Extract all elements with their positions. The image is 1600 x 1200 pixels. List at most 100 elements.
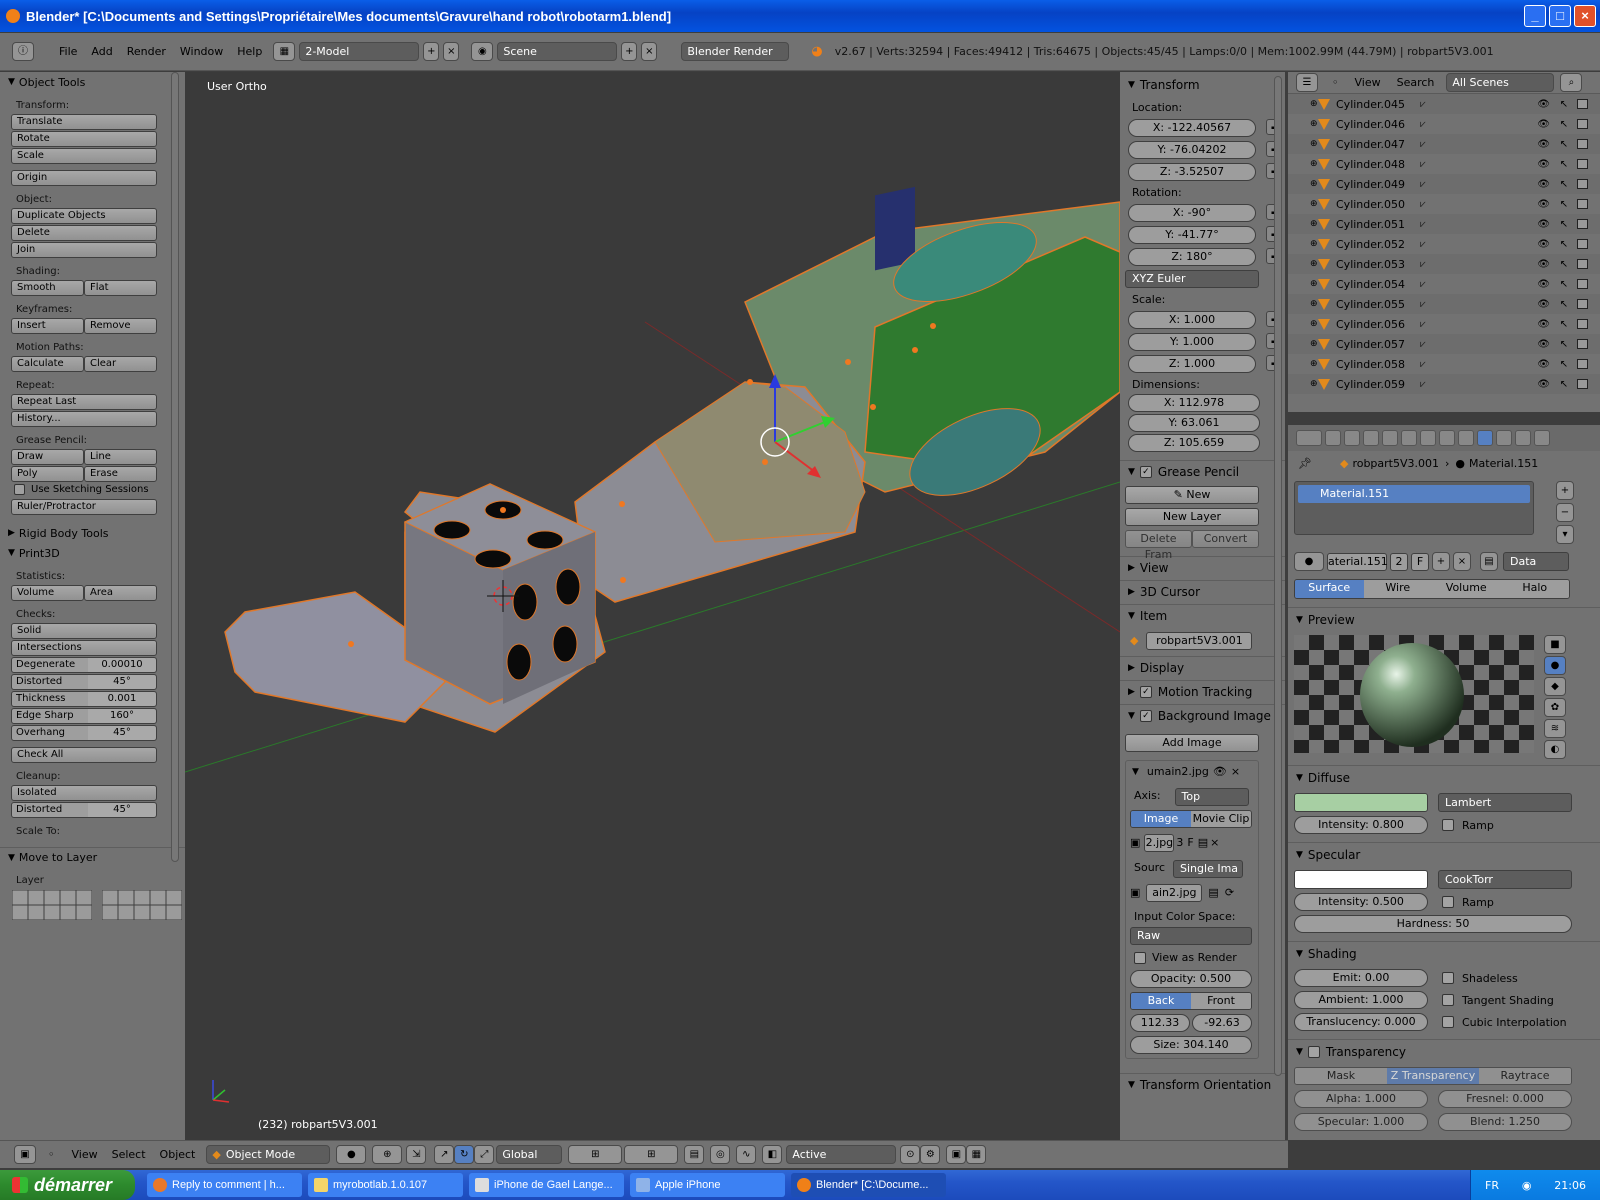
diffuse-panel-header[interactable]: ▼ Diffuse: [1288, 765, 1600, 789]
render-restrict-icon[interactable]: [1577, 199, 1588, 209]
preview-hair-icon[interactable]: ≋: [1544, 719, 1566, 738]
transparency-panel-header[interactable]: ▼ Transparency: [1288, 1039, 1600, 1063]
edge-sharp-field[interactable]: Edge Sharp 160°: [11, 708, 157, 724]
front-tab[interactable]: Front: [1191, 993, 1251, 1009]
render-restrict-icon[interactable]: [1577, 119, 1588, 129]
background-images-panel-header[interactable]: ▼ ✓ Background Image: [1120, 704, 1285, 726]
location-x-field[interactable]: X: -122.40567: [1128, 119, 1256, 137]
outliner-search-menu[interactable]: Search: [1397, 76, 1435, 89]
check-all-button[interactable]: Check All: [11, 747, 157, 763]
preview-sphere-icon[interactable]: ●: [1544, 656, 1566, 675]
raytrace-tab[interactable]: Raytrace: [1479, 1068, 1571, 1084]
depth-toggle[interactable]: Back Front: [1130, 992, 1252, 1010]
scene-field[interactable]: Scene: [497, 42, 618, 61]
language-indicator[interactable]: FR: [1485, 1179, 1499, 1192]
world-tab-icon[interactable]: [1382, 430, 1398, 446]
mesh-data-icon[interactable]: ⩗: [1420, 319, 1426, 330]
rotation-mode-dropdown[interactable]: XYZ Euler: [1125, 270, 1259, 288]
display-mode-dropdown[interactable]: All Scenes: [1446, 73, 1555, 92]
render-restrict-icon[interactable]: [1577, 139, 1588, 149]
specular-alpha-field[interactable]: Specular: 1.000: [1294, 1113, 1428, 1131]
alpha-field[interactable]: Alpha: 1.000: [1294, 1090, 1428, 1108]
particles-tab-icon[interactable]: [1515, 430, 1531, 446]
print3d-panel[interactable]: ▼ Print3D: [0, 543, 185, 563]
cursor-select-icon[interactable]: ↖: [1560, 199, 1568, 210]
outliner-view-menu[interactable]: View: [1355, 76, 1381, 89]
remove-icon[interactable]: ×: [1231, 765, 1240, 778]
constraints-tab-icon[interactable]: [1420, 430, 1436, 446]
expand-icon[interactable]: ⊕: [1310, 219, 1318, 229]
dimension-x-field[interactable]: X: 112.978: [1128, 394, 1260, 412]
new-material-icon[interactable]: +: [1432, 552, 1450, 571]
convert-button[interactable]: Convert: [1192, 530, 1259, 548]
insert-keyframe-button[interactable]: Insert: [11, 318, 84, 334]
transform-orientation-header[interactable]: ▼ Transform Orientation: [1120, 1073, 1285, 1095]
expand-icon[interactable]: ⊕: [1310, 159, 1318, 169]
dimension-z-field[interactable]: Z: 105.659: [1128, 434, 1260, 452]
viewport-editor-icon[interactable]: ▣: [14, 1145, 36, 1164]
menu-render[interactable]: Render: [120, 45, 173, 58]
manipulator-toggle-icon[interactable]: ⇲: [406, 1145, 427, 1164]
item-panel-header[interactable]: ▼ Item: [1120, 604, 1285, 626]
outliner-item-name[interactable]: Cylinder.053: [1336, 258, 1420, 271]
transparency-method-tabs[interactable]: Mask Z Transparency Raytrace: [1294, 1067, 1572, 1085]
preview-monkey-icon[interactable]: ✿: [1544, 698, 1566, 717]
expand-icon[interactable]: ⊕: [1310, 359, 1318, 369]
mesh-data-icon[interactable]: ⩗: [1420, 279, 1426, 290]
outliner-row[interactable]: ⊕ Cylinder.048 ⩗ 👁︎ ↖: [1288, 154, 1600, 174]
expand-icon[interactable]: ⊕: [1310, 139, 1318, 149]
cursor-select-icon[interactable]: ↖: [1560, 179, 1568, 190]
outliner-row[interactable]: ⊕ Cylinder.053 ⩗ 👁︎ ↖: [1288, 254, 1600, 274]
image-field[interactable]: 2.jpg: [1144, 834, 1175, 852]
expand-icon[interactable]: ⊕: [1310, 199, 1318, 209]
cursor-select-icon[interactable]: ↖: [1560, 319, 1568, 330]
specular-color-swatch[interactable]: [1294, 870, 1428, 889]
cursor-select-icon[interactable]: ↖: [1560, 259, 1568, 270]
scale-x-field[interactable]: X: 1.000: [1128, 311, 1256, 329]
eye-icon[interactable]: 👁︎: [1537, 359, 1550, 370]
eye-icon[interactable]: 👁︎: [1537, 279, 1550, 290]
render-anim-icon[interactable]: ▦: [966, 1145, 987, 1164]
view-as-render-checkbox[interactable]: [1134, 951, 1146, 964]
scene-icon[interactable]: ◉: [471, 42, 494, 61]
unlink-material-icon[interactable]: ×: [1453, 552, 1471, 571]
delete-frame-button[interactable]: Delete Fram: [1125, 530, 1192, 561]
size-field[interactable]: Size: 304.140: [1130, 1036, 1252, 1054]
image-browse-icon[interactable]: ▣: [1130, 836, 1140, 849]
translate-manipulator-icon[interactable]: ↗: [434, 1145, 455, 1164]
snap-toggle-icon[interactable]: ⊙: [900, 1145, 921, 1164]
screen-layout-icon[interactable]: ▦: [273, 42, 296, 61]
render-restrict-icon[interactable]: [1577, 179, 1588, 189]
diffuse-ramp-checkbox[interactable]: Ramp: [1442, 819, 1494, 832]
expand-icon[interactable]: ⊕: [1310, 299, 1318, 309]
scene-tab-icon[interactable]: [1363, 430, 1379, 446]
shading-panel-header[interactable]: ▼ Shading: [1288, 941, 1600, 965]
menu-object[interactable]: Object: [153, 1148, 203, 1161]
render-restrict-icon[interactable]: [1577, 219, 1588, 229]
blend-field[interactable]: Blend: 1.250: [1438, 1113, 1572, 1131]
image-source-toggle[interactable]: Image Movie Clip: [1130, 810, 1252, 828]
folder-icon[interactable]: ▤: [1208, 886, 1218, 899]
fresnel-field[interactable]: Fresnel: 0.000: [1438, 1090, 1572, 1108]
outliner-item-name[interactable]: Cylinder.055: [1336, 298, 1420, 311]
draw-button[interactable]: Draw: [11, 449, 84, 465]
outliner-row[interactable]: ⊕ Cylinder.055 ⩗ 👁︎ ↖: [1288, 294, 1600, 314]
outliner-item-name[interactable]: Cylinder.050: [1336, 198, 1420, 211]
outliner-row[interactable]: ⊕ Cylinder.051 ⩗ 👁︎ ↖: [1288, 214, 1600, 234]
layers-tab-icon[interactable]: [1344, 430, 1360, 446]
outliner-item-name[interactable]: Cylinder.046: [1336, 118, 1420, 131]
axis-dropdown[interactable]: Top: [1174, 788, 1249, 806]
material-name-field[interactable]: aterial.151: [1327, 552, 1388, 571]
use-sketching-checkbox[interactable]: Use Sketching Sessions: [14, 484, 185, 495]
proportional-edit-icon[interactable]: ◎: [710, 1145, 731, 1164]
render-restrict-icon[interactable]: [1577, 319, 1588, 329]
folder-icon[interactable]: ▤: [1198, 836, 1208, 849]
mesh-data-icon[interactable]: ⩗: [1420, 339, 1426, 350]
specular-intensity-slider[interactable]: Intensity: 0.500: [1294, 893, 1428, 911]
expand-icon[interactable]: ⊕: [1310, 339, 1318, 349]
preview-panel-header[interactable]: ▼ Preview: [1288, 607, 1600, 631]
material-fake-user-button[interactable]: F: [1411, 552, 1429, 571]
render-engine-dropdown[interactable]: Blender Render: [681, 42, 790, 61]
intersections-button[interactable]: Intersections: [11, 640, 157, 656]
add-image-button[interactable]: Add Image: [1125, 734, 1259, 752]
